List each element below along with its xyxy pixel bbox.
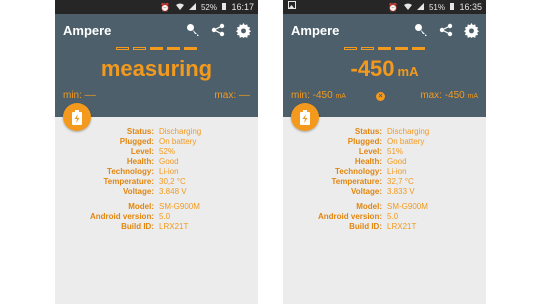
info-row: Health: Good (354, 157, 407, 166)
info-row: Plugged: On battery (119, 137, 197, 146)
info-row: Model: SM-G900M (356, 202, 428, 211)
key-icon[interactable] (410, 20, 432, 40)
alarm-icon: ⏰ (388, 3, 399, 12)
info-row: Plugged: On battery (347, 137, 425, 146)
phone-screen-right: ⏰ 51% 16:35 Ampere -450 mA min: -450 mA … (283, 0, 486, 304)
current-reading: -450 mA (283, 56, 486, 82)
info-row: Level: 52% (130, 147, 176, 156)
clock: 16:17 (231, 2, 254, 12)
gallery-notification-icon (288, 0, 296, 14)
info-row: Model: SM-G900M (128, 202, 200, 211)
settings-gear-icon[interactable] (460, 20, 482, 40)
info-row: Build ID: LRX21T (349, 222, 417, 231)
signal-icon (416, 3, 426, 12)
settings-gear-icon[interactable] (232, 20, 254, 40)
wifi-icon (175, 3, 186, 12)
battery-icon (222, 3, 228, 12)
share-icon[interactable] (207, 20, 229, 40)
battery-status-list: Status: Discharging Plugged: On battery Le… (55, 127, 258, 197)
battery-charging-icon (72, 109, 82, 125)
signal-icon (188, 3, 198, 12)
app-bar: Ampere (55, 14, 258, 47)
device-info-list: Model: SM-G900M Android version: 5.0 Build… (55, 202, 258, 232)
info-row: Android version: 5.0 (317, 212, 399, 221)
info-row: Temperature: 30,2 °C (103, 177, 186, 186)
info-row: Status: Discharging (126, 127, 202, 136)
info-row: Android version: 5.0 (89, 212, 171, 221)
battery-percent: 52% (200, 3, 217, 12)
phone-screen-left: ⏰ 52% 16:17 Ampere measuring min: –– max… (55, 0, 258, 304)
info-row: Build ID: LRX21T (121, 222, 189, 231)
app-title: Ampere (63, 23, 112, 38)
info-row: Health: Good (126, 157, 179, 166)
current-reading: measuring (100, 56, 213, 81)
battery-status-list: Status: Discharging Plugged: On battery Le… (283, 127, 486, 197)
battery-charging-icon (300, 109, 310, 125)
wifi-icon (403, 3, 414, 12)
info-row: Technology: Li-ion (107, 167, 179, 176)
share-icon[interactable] (435, 20, 457, 40)
alarm-icon: ⏰ (160, 3, 171, 12)
reset-minmax-icon[interactable]: × (376, 92, 385, 101)
max-reading: max: -450 mA (420, 90, 478, 101)
info-row: Temperature: 32,7 °C (331, 177, 414, 186)
min-reading: min: -450 mA (291, 90, 346, 101)
info-row: Voltage: 3.833 V (351, 187, 415, 196)
status-bar: ⏰ 51% 16:35 (283, 0, 486, 14)
battery-percent: 51% (428, 3, 445, 12)
device-info-list: Model: SM-G900M Android version: 5.0 Build… (283, 202, 486, 232)
info-row: Status: Discharging (354, 127, 430, 136)
max-reading: max: –– (214, 90, 250, 101)
current-value: -450 (350, 56, 395, 81)
info-row: Technology: Li-ion (335, 167, 407, 176)
status-bar: ⏰ 52% 16:17 (55, 0, 258, 14)
min-reading: min: –– (63, 90, 96, 101)
battery-icon (450, 3, 456, 12)
current-unit: mA (397, 64, 419, 79)
info-row: Voltage: 3.848 V (123, 187, 187, 196)
key-icon[interactable] (182, 20, 204, 40)
clock: 16:35 (459, 2, 482, 12)
app-bar: Ampere (283, 14, 486, 47)
app-title: Ampere (291, 23, 340, 38)
info-row: Level: 51% (358, 147, 404, 156)
